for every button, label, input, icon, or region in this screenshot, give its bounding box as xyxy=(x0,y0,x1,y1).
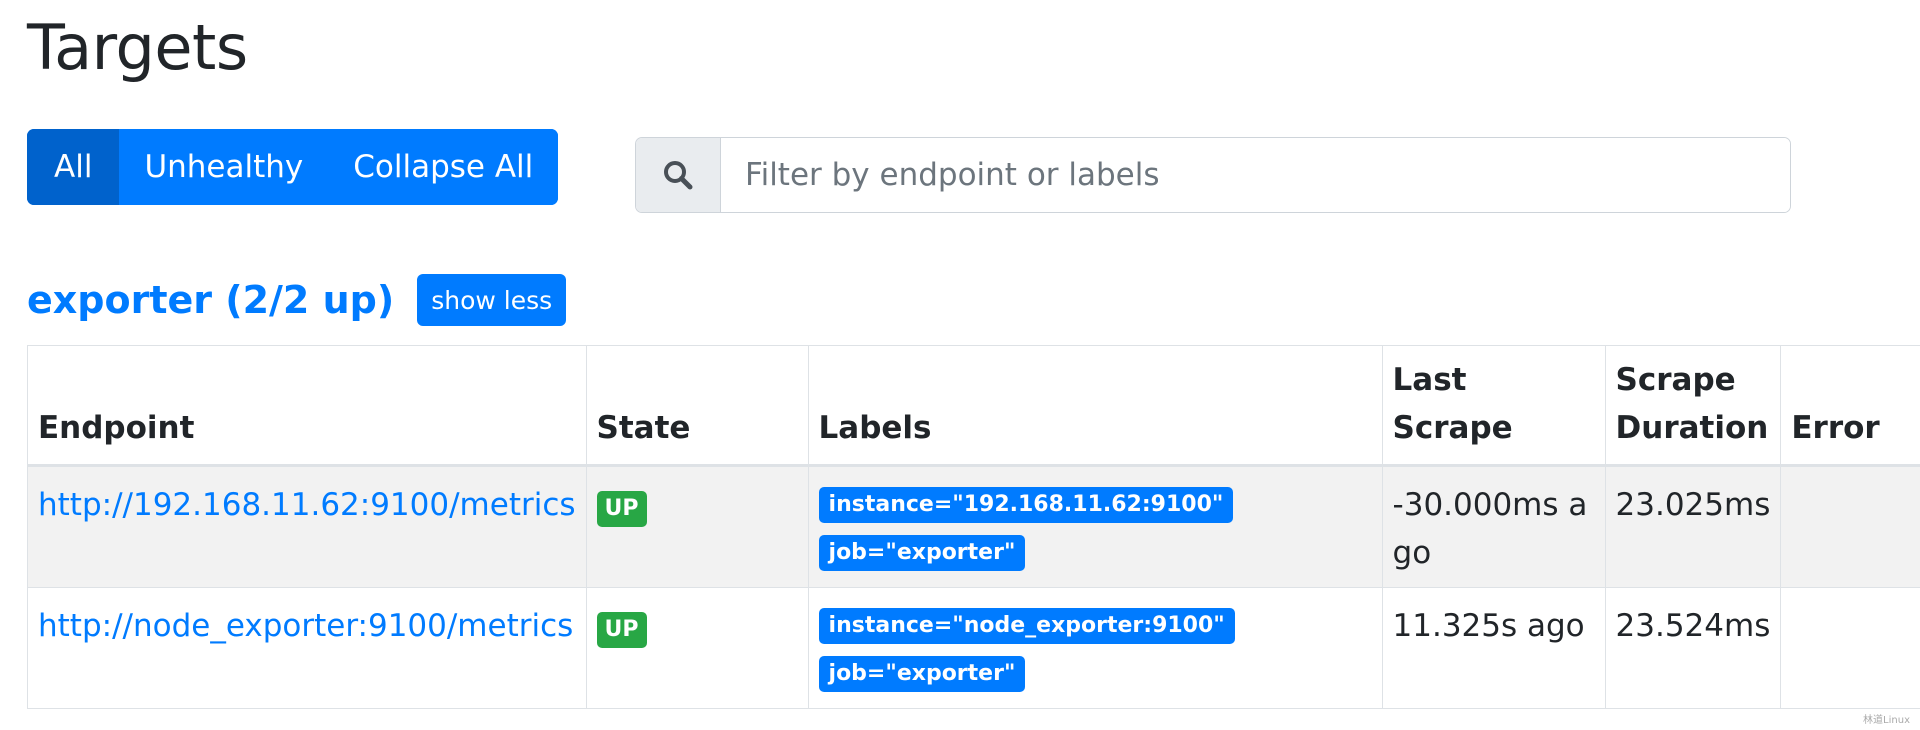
state-badge: UP xyxy=(596,491,647,527)
scrape-duration-cell: 23.025ms xyxy=(1604,465,1782,588)
targets-table: Endpoint State Labels Last Scrape Scrape… xyxy=(27,345,1920,709)
labels-cell: instance="node_exporter:9100" job="expor… xyxy=(807,587,1383,709)
labels-header: Labels xyxy=(807,345,1383,467)
search-icon xyxy=(636,138,721,212)
last-scrape-value: 11.325s ago xyxy=(1392,608,1585,644)
scrape-duration-header-line1: Scrape xyxy=(1615,362,1736,398)
state-badge: UP xyxy=(596,612,647,648)
show-less-button[interactable]: show less xyxy=(417,274,567,326)
scrape-duration-cell: 23.524ms xyxy=(1604,587,1782,709)
scrape-duration-header: Scrape Duration xyxy=(1604,345,1782,467)
endpoint-cell: http://node_exporter:9100/metrics xyxy=(27,587,587,709)
state-cell: UP xyxy=(585,465,809,588)
label-badge: instance="192.168.11.62:9100" xyxy=(818,487,1234,523)
state-cell: UP xyxy=(585,587,809,709)
table-row: http://node_exporter:9100/metrics UP ins… xyxy=(27,587,1920,709)
state-header: State xyxy=(585,345,809,467)
job-title-link[interactable]: exporter (2/2 up) xyxy=(27,275,394,325)
search-input[interactable] xyxy=(721,138,1790,212)
watermark: 林道Linux xyxy=(1863,715,1910,726)
job-header: exporter (2/2 up) show less xyxy=(27,274,567,326)
endpoint-link[interactable]: http://192.168.11.62:9100/metrics xyxy=(38,487,576,523)
table-header-row: Endpoint State Labels Last Scrape Scrape… xyxy=(27,345,1920,467)
search-group xyxy=(635,137,1791,213)
targets-page: Targets All Unhealthy Collapse All expor… xyxy=(0,0,1920,730)
scrape-duration-header-line2: Duration xyxy=(1615,410,1769,446)
endpoint-link[interactable]: http://node_exporter:9100/metrics xyxy=(38,608,573,644)
last-scrape-header: Last Scrape xyxy=(1381,345,1606,467)
last-scrape-cell: 11.325s ago xyxy=(1381,587,1606,709)
collapse-all-button[interactable]: Collapse All xyxy=(328,129,559,205)
error-cell xyxy=(1780,587,1920,709)
error-cell xyxy=(1780,465,1920,588)
endpoint-header: Endpoint xyxy=(27,345,587,467)
page-title: Targets xyxy=(27,11,248,84)
filter-button-group: All Unhealthy Collapse All xyxy=(27,129,559,205)
label-badge: job="exporter" xyxy=(818,535,1026,571)
unhealthy-button[interactable]: Unhealthy xyxy=(119,129,329,205)
labels-cell: instance="192.168.11.62:9100" job="expor… xyxy=(807,465,1383,588)
last-scrape-cell: -30.000ms ago xyxy=(1381,465,1606,588)
all-button[interactable]: All xyxy=(27,129,120,205)
last-scrape-value: -30.000ms ago xyxy=(1392,487,1588,571)
error-header: Error xyxy=(1780,345,1920,467)
table-row: http://192.168.11.62:9100/metrics UP ins… xyxy=(27,465,1920,588)
label-badge: instance="node_exporter:9100" xyxy=(818,608,1235,644)
endpoint-cell: http://192.168.11.62:9100/metrics xyxy=(27,465,587,588)
label-badge: job="exporter" xyxy=(818,656,1026,692)
